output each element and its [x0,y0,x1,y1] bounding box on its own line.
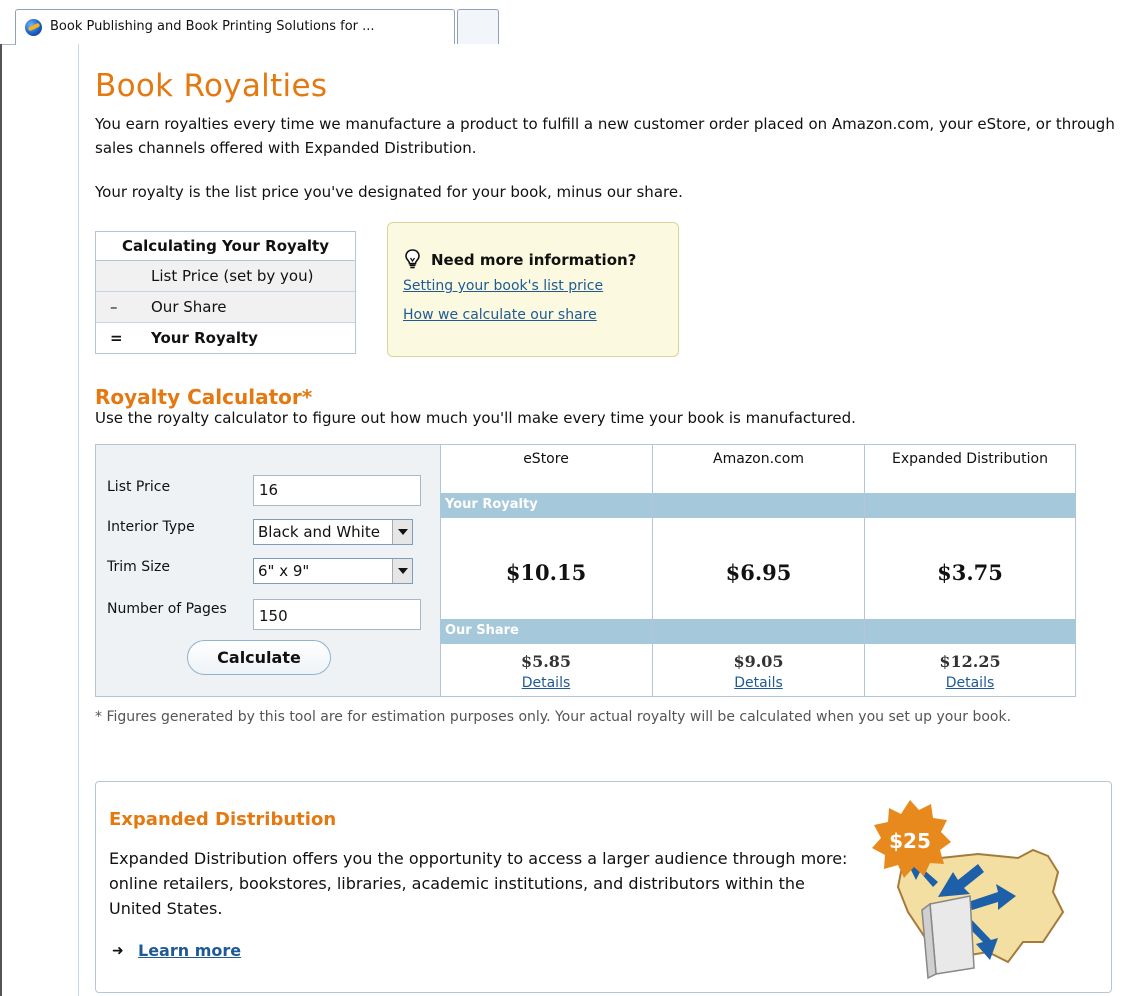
browser-tab-active[interactable]: Book Publishing and Book Printing Soluti… [15,9,455,45]
browser-tab-bar: Book Publishing and Book Printing Soluti… [0,0,1121,45]
estore-column: eStore $10.15 $5.85 Details [440,445,653,696]
expanded-royalty-value: $3.75 [937,560,1003,585]
expanded-distribution-box: Expanded Distribution Expanded Distribut… [95,781,1112,993]
expanded-share-value: $12.25 [939,652,1001,671]
estore-details-link[interactable]: Details [440,675,652,691]
calculator-form: List Price 16 Interior Type Black and Wh… [96,445,441,696]
list-price-input[interactable]: 16 [253,475,421,506]
column-header: Expanded Distribution [892,451,1048,467]
row-label: Your Royalty [151,329,258,347]
list-price-help-link[interactable]: Setting your book's list price [403,278,603,294]
chevron-down-icon[interactable] [392,520,412,544]
royalty-calculator: List Price 16 Interior Type Black and Wh… [95,444,1076,697]
trim-size-label: Trim Size [107,559,170,575]
new-tab-button[interactable] [457,9,499,45]
trim-size-select[interactable]: 6" x 9" [253,558,413,584]
amazon-details-link[interactable]: Details [653,675,864,691]
more-info-title: Need more information? [431,251,637,269]
calculating-royalty-header: Calculating Your Royalty [96,232,355,261]
interior-type-value: Black and White [258,523,380,541]
estore-royalty-value: $10.15 [505,560,587,585]
trim-size-value: 6" x 9" [258,562,310,580]
calculator-description: Use the royalty calculator to figure out… [95,409,856,427]
footnote: * Figures generated by this tool are for… [95,709,1012,725]
share-calculation-help-link[interactable]: How we calculate our share [403,307,597,323]
amazon-column: Amazon.com $6.95 $9.05 Details [653,445,865,696]
expanded-details-link[interactable]: Details [865,675,1075,691]
chevron-down-icon[interactable] [392,559,412,583]
distribution-map-illustration: $25 [872,800,1065,980]
page-title: Book Royalties [95,68,328,104]
page-count-label: Number of Pages [107,601,227,617]
calculating-royalty-table: Calculating Your Royalty List Price (set… [95,231,356,354]
intro-text: You earn royalties every time we manufac… [95,115,1115,157]
expanded-distribution-text: Expanded Distribution offers you the opp… [109,849,848,918]
amazon-share-value: $9.05 [733,652,784,671]
page-count-input[interactable]: 150 [253,599,421,630]
more-info-box: Need more information? Setting your book… [387,222,679,357]
calculate-button[interactable]: Calculate [187,640,331,675]
lightbulb-icon [405,249,420,269]
row-label: Our Share [151,298,227,316]
list-price-row: List Price (set by you) [96,261,355,292]
tab-title: Book Publishing and Book Printing Soluti… [50,19,375,34]
list-price-label: List Price [107,479,171,495]
site-favicon-icon [25,19,42,36]
content-divider [78,44,79,996]
window-left-border [0,44,2,996]
row-operator: = [110,329,123,347]
column-header: Amazon.com [713,451,804,467]
our-share-row: – Our Share [96,292,355,323]
row-label: List Price (set by you) [151,267,314,285]
expanded-distribution-title: Expanded Distribution [109,809,337,830]
your-royalty-row: = Your Royalty [96,323,355,353]
amazon-royalty-value: $6.95 [725,560,792,585]
price-badge-text: $25 [889,829,931,853]
estore-share-value: $5.85 [520,652,572,671]
royalty-definition-text: Your royalty is the list price you've de… [95,183,683,201]
arrow-right-icon: ➜ [112,943,124,959]
interior-type-label: Interior Type [107,519,195,535]
column-header: eStore [523,451,569,467]
interior-type-select[interactable]: Black and White [253,519,413,545]
calculator-title: Royalty Calculator* [95,385,313,409]
learn-more-link[interactable]: Learn more [138,941,241,960]
row-operator: – [110,298,118,316]
expanded-distribution-column: Expanded Distribution $3.75 $12.25 Detai… [865,445,1075,696]
